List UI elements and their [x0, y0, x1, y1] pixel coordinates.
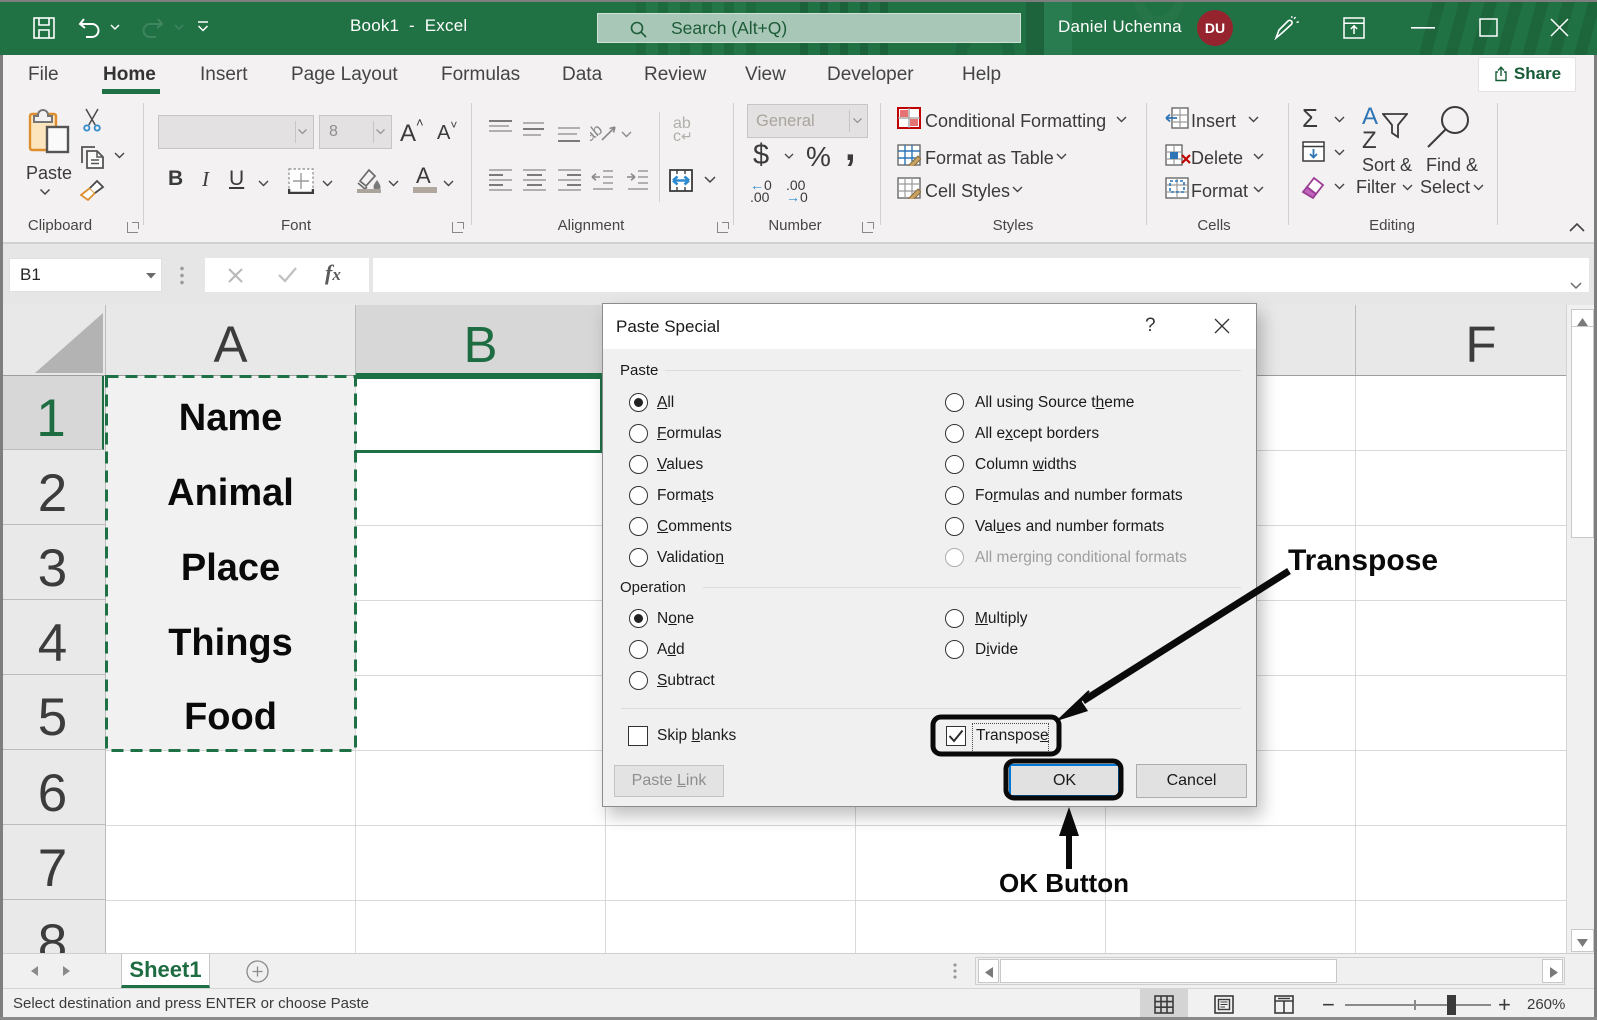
svg-text:ab: ab — [590, 121, 606, 144]
